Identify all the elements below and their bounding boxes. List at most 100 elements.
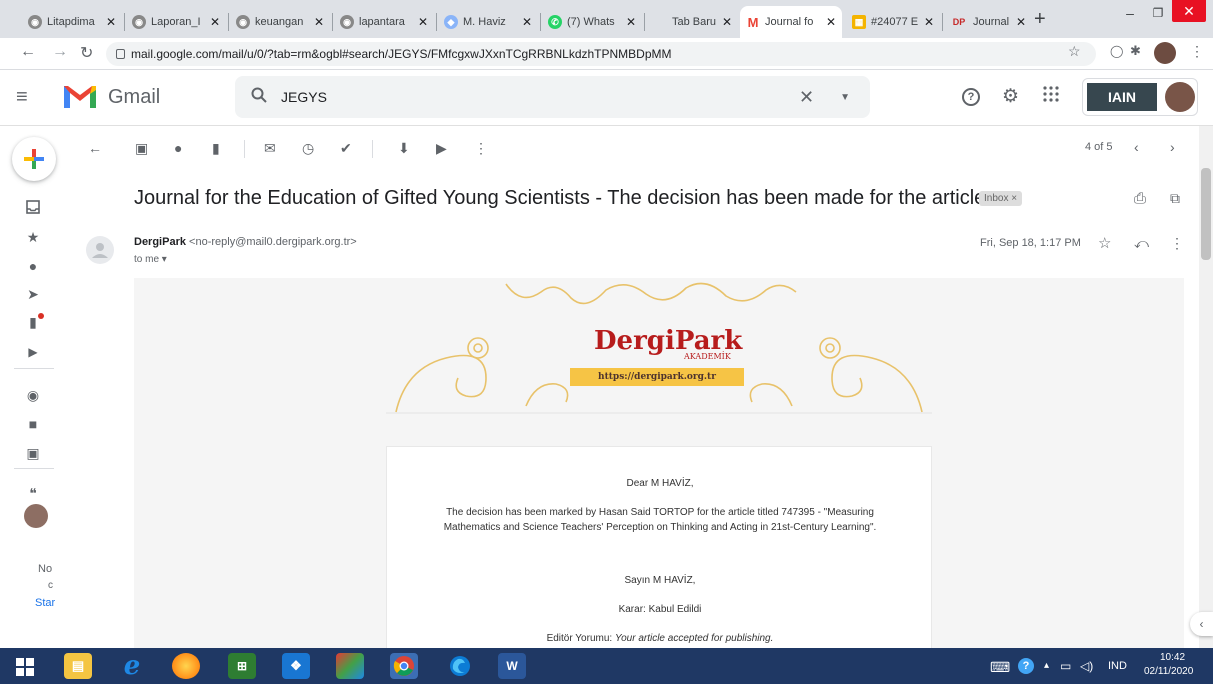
extension-icon[interactable]: ◯	[1110, 44, 1123, 58]
back-to-list-icon[interactable]: ←	[88, 140, 102, 156]
apps-grid-icon[interactable]	[1043, 86, 1059, 107]
close-icon[interactable]: ✕	[522, 15, 532, 29]
forward-arrow-icon[interactable]: →	[52, 43, 68, 61]
settings-gear-icon[interactable]: ⚙	[1002, 85, 1019, 108]
scrollbar-thumb[interactable]	[1201, 168, 1211, 260]
side-panel-toggle[interactable]: ‹	[1190, 612, 1213, 636]
close-icon[interactable]: ✕	[1016, 15, 1026, 29]
video-camera-icon[interactable]: ■	[26, 416, 40, 432]
account-switcher[interactable]: IAIN	[1082, 78, 1198, 116]
snooze-clock-icon[interactable]: ◷	[302, 140, 314, 157]
hangouts-avatar[interactable]	[24, 504, 48, 528]
mark-unread-icon[interactable]: ✉	[264, 140, 276, 157]
tab-laporan[interactable]: ◉ Laporan_I ✕	[126, 6, 226, 38]
help-tray-icon[interactable]: ?	[1018, 658, 1034, 674]
tab-m-haviz[interactable]: ◆ M. Haviz ✕	[438, 6, 538, 38]
keyboard-icon[interactable]: ⌨	[990, 659, 1010, 676]
tab-24077[interactable]: ▦ #24077 E ✕	[846, 6, 940, 38]
close-icon[interactable]: ✕	[418, 15, 428, 29]
search-input[interactable]: JEGYS	[281, 89, 327, 105]
tab-journal-gmail[interactable]: M Journal fo ✕	[740, 6, 842, 38]
report-spam-icon[interactable]: ●	[174, 140, 182, 156]
edge-browser-icon[interactable]	[446, 653, 474, 679]
labels-icon[interactable]: ▶	[436, 140, 447, 157]
dropbox-icon[interactable]: ❖	[282, 653, 310, 679]
archive-icon[interactable]: ▣	[135, 140, 148, 157]
chrome-taskbar-button[interactable]	[390, 653, 418, 679]
snoozed-clock-icon[interactable]: ●	[26, 258, 40, 274]
paint-app-icon[interactable]	[172, 653, 200, 679]
sent-icon[interactable]: ➤	[26, 286, 40, 302]
label-icon[interactable]: ▶	[26, 345, 40, 359]
close-icon[interactable]: ✕	[722, 15, 732, 29]
search-icon[interactable]	[251, 87, 267, 108]
maximize-button[interactable]: ❐	[1144, 0, 1172, 26]
close-icon[interactable]: ✕	[626, 15, 636, 29]
print-icon[interactable]: ⎙	[1134, 190, 1146, 207]
tab-lapantara[interactable]: ◉ lapantara ✕	[334, 6, 434, 38]
volume-icon[interactable]: ◁)	[1080, 659, 1093, 673]
gmail-icon: M	[747, 14, 759, 30]
profile-avatar[interactable]	[1154, 42, 1176, 64]
close-icon[interactable]: ✕	[210, 15, 220, 29]
reply-icon[interactable]: ⤺	[1134, 235, 1149, 252]
tab-new-tab[interactable]: Tab Baru ✕	[646, 6, 738, 38]
close-icon[interactable]: ✕	[106, 15, 116, 29]
internet-explorer-icon[interactable]: e	[118, 651, 146, 681]
new-tab-button[interactable]: +	[1034, 8, 1046, 31]
dergipark-url-ribbon[interactable]: https://dergipark.org.tr	[570, 368, 744, 386]
clock-time[interactable]: 10:42	[1160, 652, 1185, 663]
delete-trash-icon[interactable]: ▮	[212, 140, 220, 157]
close-icon[interactable]: ✕	[924, 15, 934, 29]
bookmark-star-icon[interactable]: ☆	[1068, 43, 1081, 60]
message-more-icon[interactable]: ⋮	[1170, 235, 1184, 252]
star-icon[interactable]: ☆	[1098, 234, 1111, 252]
starred-icon[interactable]: ★	[26, 229, 40, 245]
browser-menu-icon[interactable]: ⋮	[1190, 43, 1204, 60]
window-close-button[interactable]: ✕	[1172, 0, 1206, 22]
file-explorer-icon[interactable]: ▤	[64, 653, 92, 679]
extensions-puzzle-icon[interactable]: ✱	[1130, 43, 1141, 59]
recipient-dropdown[interactable]: to me ▾	[134, 254, 167, 265]
language-indicator[interactable]: IND	[1108, 660, 1127, 672]
more-options-icon[interactable]: ⋮	[474, 140, 488, 157]
move-to-icon[interactable]: ⬇	[398, 140, 410, 157]
sender-name[interactable]: DergiPark	[134, 236, 186, 248]
tab-litapdima[interactable]: ◉ Litapdima ✕	[22, 6, 122, 38]
inbox-icon[interactable]	[26, 200, 40, 214]
close-icon[interactable]: ✕	[314, 15, 324, 29]
tab-keuangan[interactable]: ◉ keuangan ✕	[230, 6, 330, 38]
back-arrow-icon[interactable]: ←	[20, 43, 36, 61]
calendar-icon[interactable]: ▣	[26, 445, 40, 461]
network-icon[interactable]: ▭	[1060, 659, 1071, 673]
photo-app-icon[interactable]	[336, 653, 364, 679]
word-app-icon[interactable]: W	[498, 653, 526, 679]
windows-start-icon[interactable]	[16, 658, 34, 681]
hangouts-icon[interactable]: ❝	[26, 485, 40, 501]
reload-icon[interactable]: ↻	[80, 43, 93, 63]
older-chevron-icon[interactable]: ›	[1170, 139, 1175, 155]
minimize-button[interactable]: –	[1116, 0, 1144, 26]
tab-separator	[332, 13, 333, 31]
store-icon[interactable]: ⊞	[228, 653, 256, 679]
account-avatar[interactable]	[1165, 82, 1195, 112]
clock-date[interactable]: 02/11/2020	[1144, 666, 1193, 677]
compose-button[interactable]	[12, 137, 56, 181]
newer-chevron-icon[interactable]: ‹	[1134, 139, 1139, 155]
address-bar[interactable]: mail.google.com/mail/u/0/?tab=rm&ogbl#se…	[106, 42, 1096, 66]
add-to-tasks-icon[interactable]: ✔	[340, 140, 352, 157]
search-options-icon[interactable]: ▼	[840, 92, 850, 103]
tab-journal-dergipark[interactable]: DP Journal fo ✕	[944, 6, 1032, 38]
meet-icon[interactable]: ◉	[26, 387, 40, 403]
gmail-logo-icon[interactable]	[62, 82, 98, 115]
open-new-window-icon[interactable]: ⧉	[1170, 190, 1180, 207]
tray-expand-icon[interactable]: ▴	[1044, 660, 1049, 671]
inbox-label-chip[interactable]: Inbox ×	[979, 191, 1023, 206]
close-icon[interactable]: ✕	[826, 15, 836, 29]
search-bar[interactable]: JEGYS ✕ ▼	[235, 76, 870, 118]
clear-search-icon[interactable]: ✕	[799, 87, 814, 108]
help-icon[interactable]: ?	[962, 88, 980, 106]
main-menu-icon[interactable]: ≡	[16, 86, 28, 109]
tab-whatsapp[interactable]: ✆ (7) Whats ✕	[542, 6, 642, 38]
rail-link-start[interactable]: Star	[35, 597, 55, 609]
